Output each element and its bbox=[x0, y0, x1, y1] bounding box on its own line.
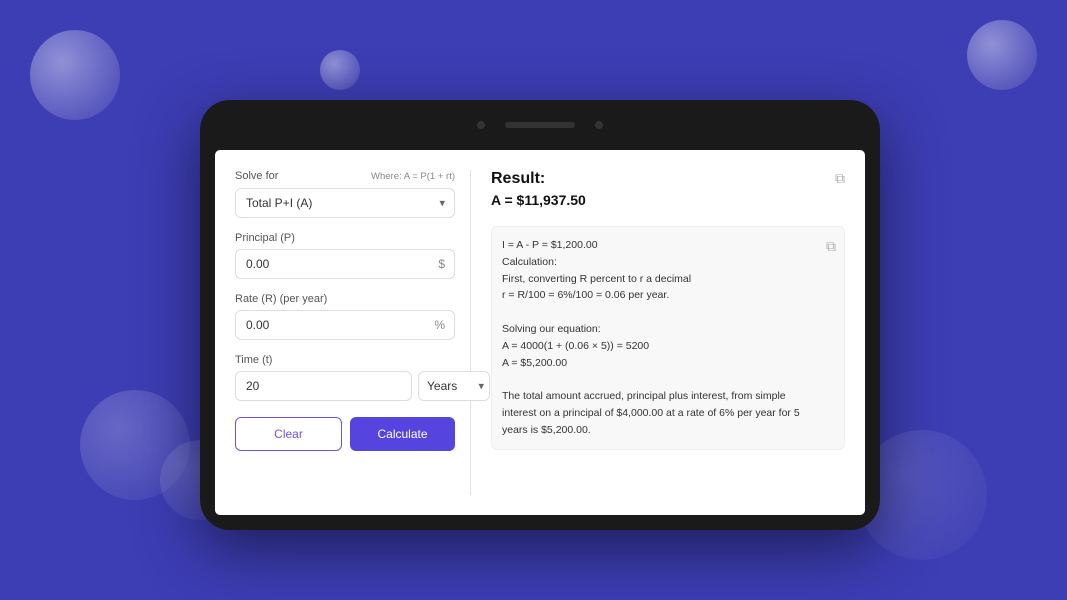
principal-input-wrapper: $ bbox=[235, 249, 455, 279]
camera-left bbox=[477, 121, 485, 129]
result-detail-box: ⧉ I = A - P = $1,200.00 Calculation: Fir… bbox=[491, 226, 845, 450]
bg-sphere-4 bbox=[80, 390, 190, 500]
solve-for-label: Solve for bbox=[235, 170, 278, 182]
rate-input-wrapper: % bbox=[235, 310, 455, 340]
principal-suffix: $ bbox=[438, 257, 445, 271]
time-row: Years Months Days ▾ bbox=[235, 371, 455, 401]
calculate-button[interactable]: Calculate bbox=[350, 417, 455, 451]
result-title-group: Result: A = $11,937.50 bbox=[491, 170, 586, 220]
copy-result-icon[interactable]: ⧉ bbox=[835, 170, 845, 187]
solve-for-label-row: Solve for Where: A = P(1 + rt) bbox=[235, 170, 455, 182]
principal-label: Principal (P) bbox=[235, 232, 455, 244]
rate-input[interactable] bbox=[235, 310, 455, 340]
time-unit-select[interactable]: Years Months Days bbox=[418, 371, 490, 401]
app-content: Solve for Where: A = P(1 + rt) Total P+I… bbox=[215, 150, 865, 515]
time-group: Time (t) Years Months Days ▾ bbox=[235, 354, 455, 401]
tablet-top-bar bbox=[200, 100, 880, 150]
copy-detail-icon[interactable]: ⧉ bbox=[826, 235, 836, 257]
detail-line-4: r = R/100 = 6%/100 = 0.06 per year. bbox=[502, 287, 816, 304]
clear-button[interactable]: Clear bbox=[235, 417, 342, 451]
bg-sphere-2 bbox=[320, 50, 360, 90]
solve-for-select[interactable]: Total P+I (A) Principal (P) Rate (R) Tim… bbox=[235, 188, 455, 218]
time-unit-select-wrapper[interactable]: Years Months Days ▾ bbox=[418, 371, 490, 401]
detail-line-6: Solving our equation: bbox=[502, 321, 816, 338]
panel-divider bbox=[470, 170, 471, 495]
detail-line-8: A = $5,200.00 bbox=[502, 355, 816, 372]
result-value: A = $11,937.50 bbox=[491, 192, 586, 208]
tablet: Solve for Where: A = P(1 + rt) Total P+I… bbox=[200, 100, 880, 530]
left-panel: Solve for Where: A = P(1 + rt) Total P+I… bbox=[235, 170, 455, 495]
result-title: Result: bbox=[491, 170, 586, 188]
buttons-row: Clear Calculate bbox=[235, 417, 455, 451]
detail-line-3: First, converting R percent to r a decim… bbox=[502, 271, 816, 288]
tablet-screen: Solve for Where: A = P(1 + rt) Total P+I… bbox=[215, 150, 865, 515]
bg-sphere-3 bbox=[967, 20, 1037, 90]
speaker-bar bbox=[505, 122, 575, 128]
bg-sphere-1 bbox=[30, 30, 120, 120]
solve-for-select-wrapper[interactable]: Total P+I (A) Principal (P) Rate (R) Tim… bbox=[235, 188, 455, 218]
camera-right bbox=[595, 121, 603, 129]
formula-hint: Where: A = P(1 + rt) bbox=[371, 171, 455, 182]
time-label: Time (t) bbox=[235, 354, 455, 366]
result-header-row: Result: A = $11,937.50 ⧉ bbox=[491, 170, 845, 220]
detail-line-1: I = A - P = $1,200.00 bbox=[502, 237, 816, 254]
detail-line-10: The total amount accrued, principal plus… bbox=[502, 388, 816, 438]
rate-suffix: % bbox=[434, 318, 445, 332]
principal-input[interactable] bbox=[235, 249, 455, 279]
rate-label: Rate (R) (per year) bbox=[235, 293, 455, 305]
detail-line-2: Calculation: bbox=[502, 254, 816, 271]
right-panel: Result: A = $11,937.50 ⧉ ⧉ I = A - P = $… bbox=[486, 170, 845, 495]
time-input[interactable] bbox=[235, 371, 412, 401]
detail-line-7: A = 4000(1 + (0.06 × 5)) = 5200 bbox=[502, 338, 816, 355]
rate-group: Rate (R) (per year) % bbox=[235, 293, 455, 340]
principal-group: Principal (P) $ bbox=[235, 232, 455, 279]
